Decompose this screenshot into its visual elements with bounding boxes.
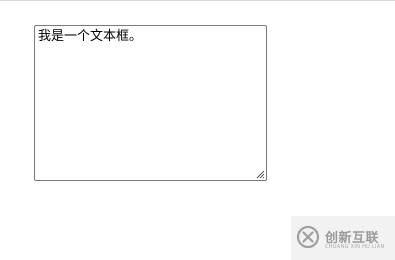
- watermark-brand-pinyin: CHUANG XIN HU LIAN: [325, 244, 385, 250]
- brand-watermark: 创新互联 CHUANG XIN HU LIAN: [291, 216, 395, 260]
- top-divider: [0, 0, 395, 1]
- textarea-container: 我是一个文本框。: [34, 25, 267, 181]
- text-area[interactable]: 我是一个文本框。: [34, 25, 267, 181]
- circle-x-logo-icon: [296, 225, 320, 249]
- page: 我是一个文本框。 创新互联 CHUANG XIN HU LIAN: [0, 0, 395, 260]
- resize-handle-icon[interactable]: [255, 169, 265, 179]
